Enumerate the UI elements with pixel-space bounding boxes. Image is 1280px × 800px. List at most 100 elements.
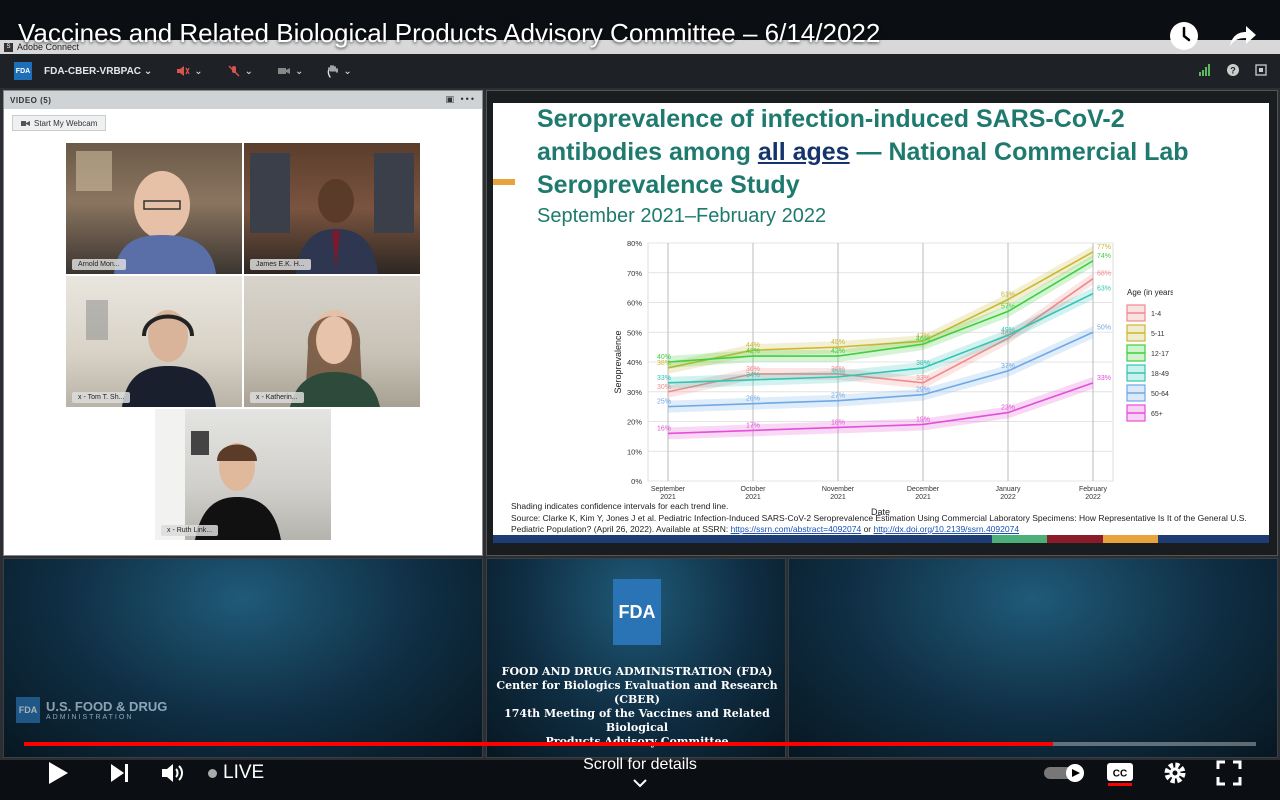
slide-title-emphasis: all ages bbox=[757, 138, 850, 166]
clock-icon[interactable] bbox=[1168, 20, 1200, 52]
y-tick-label: 30% bbox=[627, 388, 642, 397]
x-tick-label: December bbox=[907, 486, 940, 493]
presentation-slide: Seroprevalence of infection-induced SARS… bbox=[493, 103, 1269, 543]
chevron-down-icon: ⌄ bbox=[294, 65, 304, 77]
x-tick-label: 2022 bbox=[1085, 494, 1101, 501]
fda-badge: FDA bbox=[14, 62, 32, 80]
data-label: 34% bbox=[746, 372, 760, 379]
chevron-down-icon: ⌄ bbox=[343, 65, 352, 77]
participant-tile[interactable]: x - Tom T. Sh... bbox=[66, 276, 242, 407]
room-name-menu[interactable]: FDA-CBER-VRBPAC ⌄ bbox=[44, 66, 152, 77]
source-note: Source: Clarke K, Kim Y, Jones J et al. … bbox=[511, 513, 1251, 536]
doi-link[interactable]: http://dx.doi.org/10.2139/ssrn.4092074 bbox=[874, 524, 1020, 534]
signal-strength-icon[interactable] bbox=[1198, 63, 1212, 77]
slide-notes: Shading indicates confidence intervals f… bbox=[511, 501, 1251, 536]
y-tick-label: 60% bbox=[627, 299, 642, 308]
legend-label: 65+ bbox=[1151, 411, 1163, 418]
meeting-info-line: Center for Biologics Evaluation and Rese… bbox=[496, 679, 778, 706]
footer-color-strip bbox=[714, 535, 771, 543]
speaker-muted-icon bbox=[177, 66, 190, 76]
data-label: 50% bbox=[1097, 324, 1111, 331]
x-tick-label: November bbox=[822, 486, 855, 493]
footer-color-strip bbox=[770, 535, 826, 543]
data-label: 29% bbox=[916, 387, 930, 394]
microphone-menu[interactable]: ⌄ bbox=[227, 65, 253, 77]
x-tick-label: 2022 bbox=[1000, 494, 1016, 501]
y-tick-label: 0% bbox=[631, 477, 642, 486]
data-label: 33% bbox=[916, 375, 930, 382]
slide-accent-bar bbox=[493, 179, 515, 185]
data-label: 27% bbox=[831, 393, 845, 400]
legend-label: 5-11 bbox=[1151, 331, 1165, 338]
share-arrow-icon[interactable] bbox=[1226, 20, 1258, 52]
slide-subtitle: September 2021–February 2022 bbox=[537, 205, 827, 227]
raise-hand-menu[interactable]: ⌄ bbox=[327, 64, 352, 78]
video-title: Vaccines and Related Biological Products… bbox=[18, 18, 881, 48]
footer-color-strip bbox=[548, 535, 604, 543]
data-label: 74% bbox=[1097, 253, 1111, 260]
participant-label: Arnold Mon... bbox=[72, 259, 126, 270]
screen: Vaccines and Related Biological Products… bbox=[0, 0, 1280, 800]
fullscreen-pod-icon[interactable] bbox=[1254, 63, 1268, 77]
x-tick-label: February bbox=[1079, 486, 1108, 493]
cc-icon[interactable]: CC bbox=[1106, 760, 1134, 786]
room-name: FDA-CBER-VRBPAC bbox=[44, 65, 142, 77]
chevron-down-icon[interactable] bbox=[632, 778, 648, 788]
ssrn-link[interactable]: https://ssrn.com/abstract=4092074 bbox=[731, 524, 862, 534]
footer-color-strip bbox=[1213, 535, 1269, 543]
slide-footer-bar bbox=[493, 535, 1269, 543]
data-label: 17% bbox=[746, 422, 760, 429]
participant-tile[interactable]: x - Katherin... bbox=[244, 276, 420, 407]
pod-menu-icon[interactable]: ▣ ••• bbox=[446, 94, 476, 105]
svg-text:?: ? bbox=[1230, 66, 1236, 76]
participant-video bbox=[250, 153, 414, 274]
gear-icon[interactable] bbox=[1162, 760, 1188, 786]
data-label: 19% bbox=[916, 416, 930, 423]
speaker-menu[interactable]: ⌄ bbox=[176, 65, 203, 77]
x-tick-label: January bbox=[996, 486, 1021, 493]
y-tick-label: 20% bbox=[627, 418, 642, 427]
branding-pod-left: FDA U.S. FOOD & DRUG ADMINISTRATION bbox=[3, 558, 483, 758]
footer-color-strip bbox=[825, 535, 881, 543]
data-label: 61% bbox=[1001, 292, 1015, 299]
camera-menu[interactable]: ⌄ bbox=[277, 65, 303, 77]
data-label: 42% bbox=[746, 348, 760, 355]
start-webcam-label: Start My Webcam bbox=[34, 118, 98, 128]
share-pod: Seroprevalence of infection-induced SARS… bbox=[486, 90, 1278, 556]
data-label: 42% bbox=[831, 348, 845, 355]
footer-color-strip bbox=[493, 535, 549, 543]
data-label: 68% bbox=[1097, 271, 1111, 278]
data-label: 26% bbox=[746, 396, 760, 403]
scroll-for-details[interactable]: Scroll for details bbox=[0, 756, 1280, 774]
fullscreen-icon[interactable] bbox=[1216, 760, 1242, 786]
x-tick-label: 2021 bbox=[660, 494, 676, 501]
y-tick-label: 10% bbox=[627, 447, 642, 456]
legend-label: 12-17 bbox=[1151, 351, 1169, 358]
branding-pod-right bbox=[788, 558, 1278, 758]
progress-bar[interactable] bbox=[24, 742, 1256, 746]
participant-tile[interactable]: x - Ruth Link... bbox=[155, 409, 331, 540]
data-label: 77% bbox=[1097, 244, 1111, 251]
legend-label: 50-64 bbox=[1151, 391, 1169, 398]
start-webcam-button[interactable]: Start My Webcam bbox=[12, 115, 107, 131]
participant-tile[interactable]: Arnold Mon... bbox=[66, 143, 242, 274]
player-controls: LIVE Scroll for details CC bbox=[0, 748, 1280, 800]
data-label: 25% bbox=[657, 399, 671, 406]
footer-color-strip bbox=[603, 535, 660, 543]
legend-label: 18-49 bbox=[1151, 371, 1169, 378]
autoplay-toggle[interactable] bbox=[1044, 764, 1088, 782]
participant-video bbox=[290, 310, 380, 407]
svg-text:CC: CC bbox=[1113, 769, 1127, 780]
x-tick-label: 2021 bbox=[830, 494, 846, 501]
y-axis-label: Seroprevalence bbox=[613, 330, 623, 393]
y-tick-label: 80% bbox=[627, 239, 642, 248]
data-label: 18% bbox=[831, 419, 845, 426]
participant-label: x - Katherin... bbox=[250, 392, 304, 403]
video-pod: VIDEO (5) ▣ ••• Start My Webcam Arnold M… bbox=[3, 90, 483, 556]
progress-played bbox=[24, 742, 1053, 746]
us-fda-logo: FDA U.S. FOOD & DRUG ADMINISTRATION bbox=[16, 697, 167, 723]
video-pod-header: VIDEO (5) bbox=[4, 91, 482, 109]
participant-tile[interactable]: James E.K. H... bbox=[244, 143, 420, 274]
meeting-body: VIDEO (5) ▣ ••• Start My Webcam Arnold M… bbox=[0, 88, 1280, 760]
help-icon[interactable]: ? bbox=[1226, 63, 1240, 77]
